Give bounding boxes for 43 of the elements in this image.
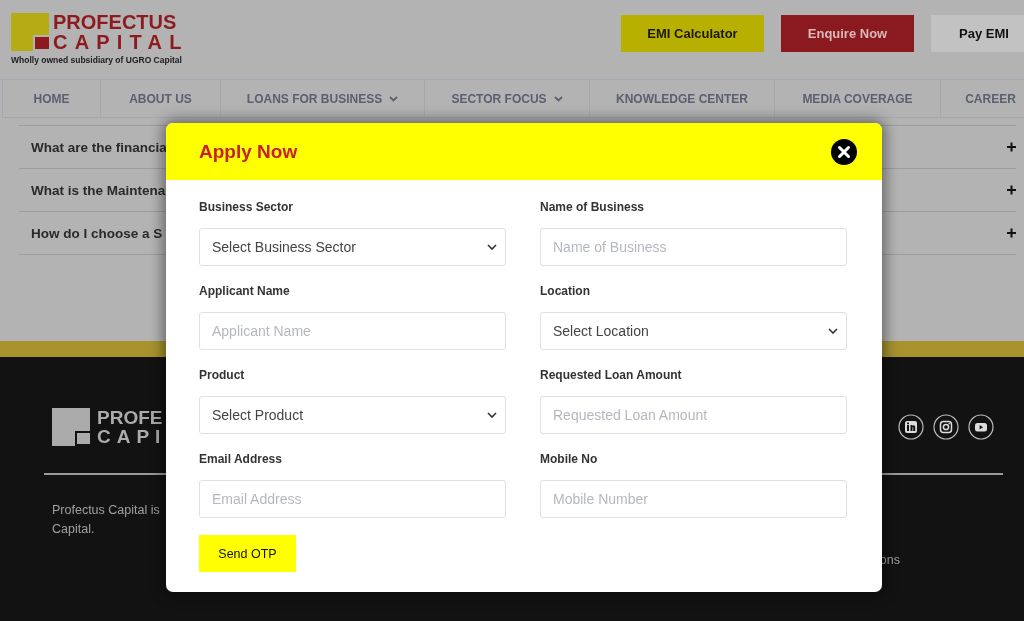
dialog-title: Apply Now [199,140,298,163]
field-label: Mobile No [540,452,599,466]
about-text: Profectus Capital is Capital. [52,502,160,538]
nav-link[interactable]: ABOUT US [100,80,220,117]
nav-link[interactable]: KNOWLEDGE CENTER [589,80,774,117]
nav-link[interactable]: SECTOR FOCUS [424,80,589,117]
nav-link[interactable]: CAREER [940,80,1024,117]
input-field[interactable]: Mobile Number [540,480,847,518]
instagram-icon[interactable] [933,414,959,440]
logo-text: CAPI [97,427,167,446]
field-label: Requested Loan Amount [540,368,683,382]
field-label: Business Sector [199,200,295,214]
dropdown-field[interactable]: Select Product [199,396,506,434]
chevron-down-icon [487,412,497,418]
linkedin-icon[interactable] [898,414,924,440]
dropdown-field[interactable]: Select Business Sector [199,228,506,266]
chevron-down-icon [828,328,838,334]
field-label: Applicant Name [199,284,291,298]
field-label: Product [199,368,246,382]
youtube-icon[interactable] [968,414,994,440]
input-field[interactable]: Requested Loan Amount [540,396,847,434]
logo-mark-icon [52,408,90,446]
nav-link[interactable]: LOANS FOR BUSINESS [220,80,424,117]
nav-link[interactable]: MEDIA COVERAGE [774,80,940,117]
nav-link[interactable]: HOME [2,80,100,117]
logo-text: PROFECTUS [53,12,178,32]
input-field[interactable]: Applicant Name [199,312,506,350]
field-label: Name of Business [540,200,646,214]
field-label: Email Address [199,452,283,466]
logo-text: PROFE [97,408,164,427]
pay-button[interactable]: Pay EMI [931,15,1024,52]
logo-mark-icon [11,13,49,51]
logo-tagline: Wholly owned subsidiary of UGRO Capital [11,55,183,65]
input-field[interactable]: Email Address [199,480,506,518]
send-otp-button[interactable]: Send OTP [199,535,296,572]
enquire-button[interactable]: Enquire Now [781,15,914,52]
input-field[interactable]: Name of Business [540,228,847,266]
field-label: Location [540,284,591,298]
emi-calculator-button[interactable]: EMI Calculator [621,15,764,52]
logo-text: CAPITAL [53,32,189,52]
dropdown-field[interactable]: Select Location [540,312,847,350]
close-icon[interactable] [831,138,857,165]
chevron-down-icon [487,244,497,250]
